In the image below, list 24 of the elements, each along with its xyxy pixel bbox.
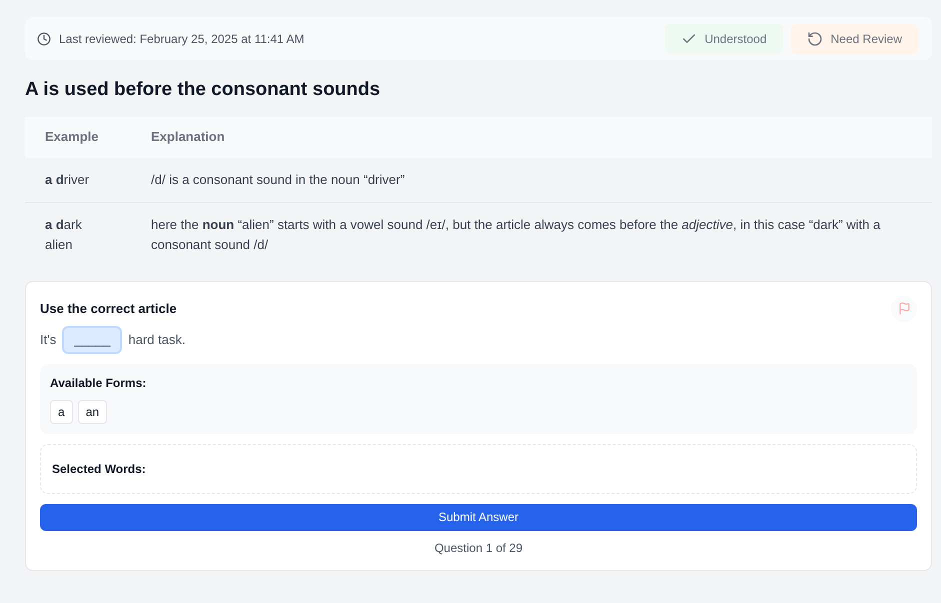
available-forms-label: Available Forms: <box>50 374 148 392</box>
need-review-button[interactable]: Need Review <box>790 24 918 54</box>
column-header: Explanation <box>151 116 932 158</box>
table-cell: a driver <box>25 158 151 202</box>
understood-button[interactable]: Understood <box>664 24 783 54</box>
flag-icon <box>898 302 910 315</box>
column-header: Example <box>25 116 151 158</box>
table-cell: here the noun “alien” starts with a vowel sound /eɪ/, but the article always comes before the adjective, in this case “dark” with a consonant sound /d/ <box>151 202 932 266</box>
table-cell: a dark alien <box>25 202 151 266</box>
selected-words-label: Selected Words: <box>52 462 146 476</box>
blank-slot[interactable]: _____ <box>62 326 122 354</box>
exercise-title: Use the correct article <box>40 300 177 318</box>
last-reviewed-text: Last reviewed: February 25, 2025 at 11:41 AM <box>59 30 304 48</box>
table-cell: /d/ is a consonant sound in the noun “driver” <box>151 158 932 202</box>
sentence-text: It's <box>40 330 56 349</box>
clock-icon <box>37 32 51 46</box>
progress-text: Question 1 of 29 <box>434 540 523 556</box>
section-title: A is used before the consonant sounds <box>25 78 382 102</box>
flag-button[interactable] <box>891 296 917 322</box>
rotate-icon <box>806 30 823 46</box>
word-chip[interactable]: a <box>50 400 73 424</box>
sentence-text: hard task. <box>128 330 186 349</box>
word-chip[interactable]: an <box>78 400 108 424</box>
submit-button[interactable]: Submit Answer <box>40 504 917 530</box>
